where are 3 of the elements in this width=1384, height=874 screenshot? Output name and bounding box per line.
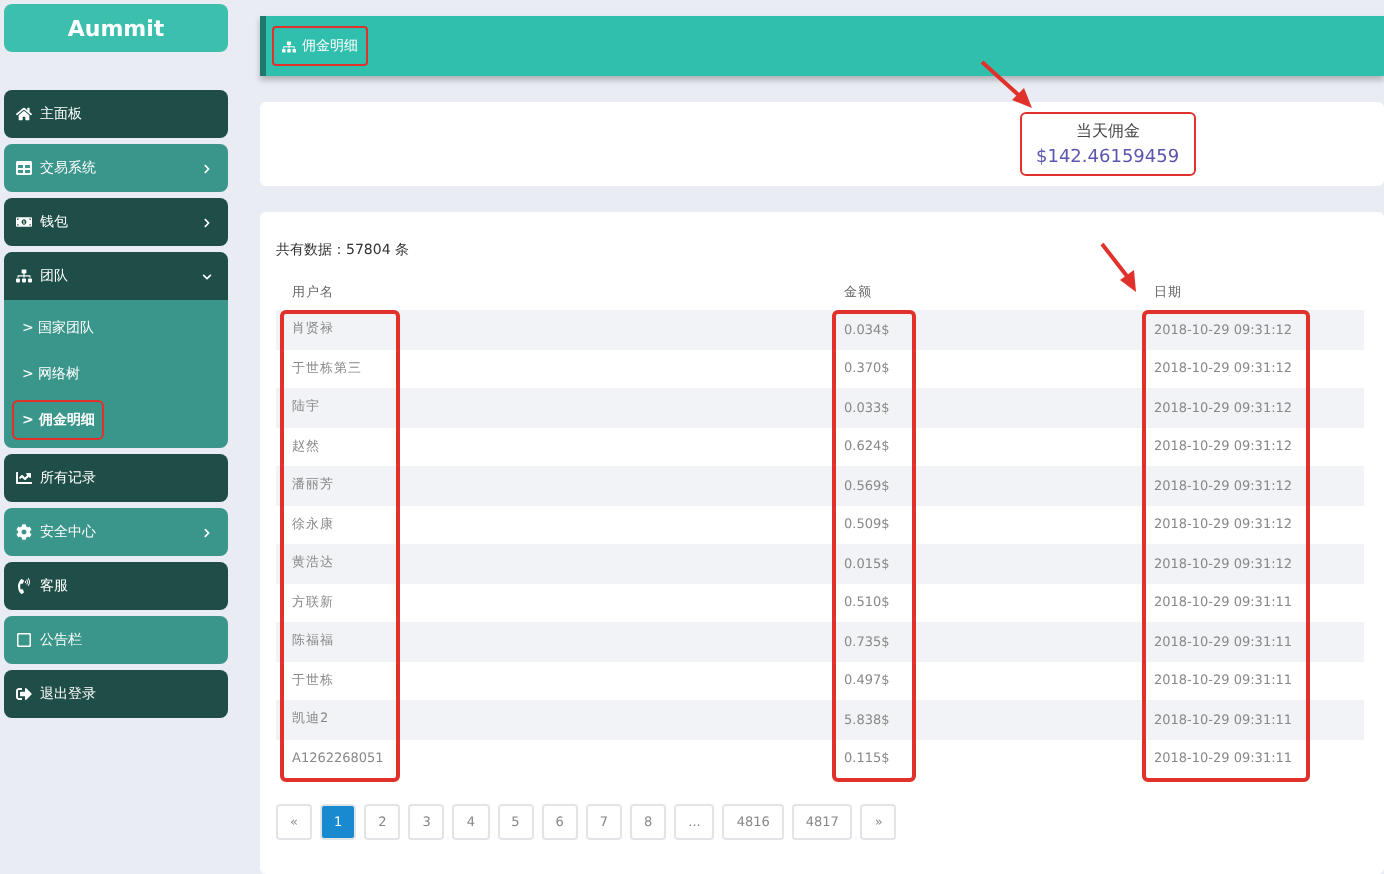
logo: Aummit [4, 4, 228, 52]
stat-value: $142.46159459 [1036, 148, 1180, 168]
stat-label: 当天佣金 [1075, 120, 1140, 142]
